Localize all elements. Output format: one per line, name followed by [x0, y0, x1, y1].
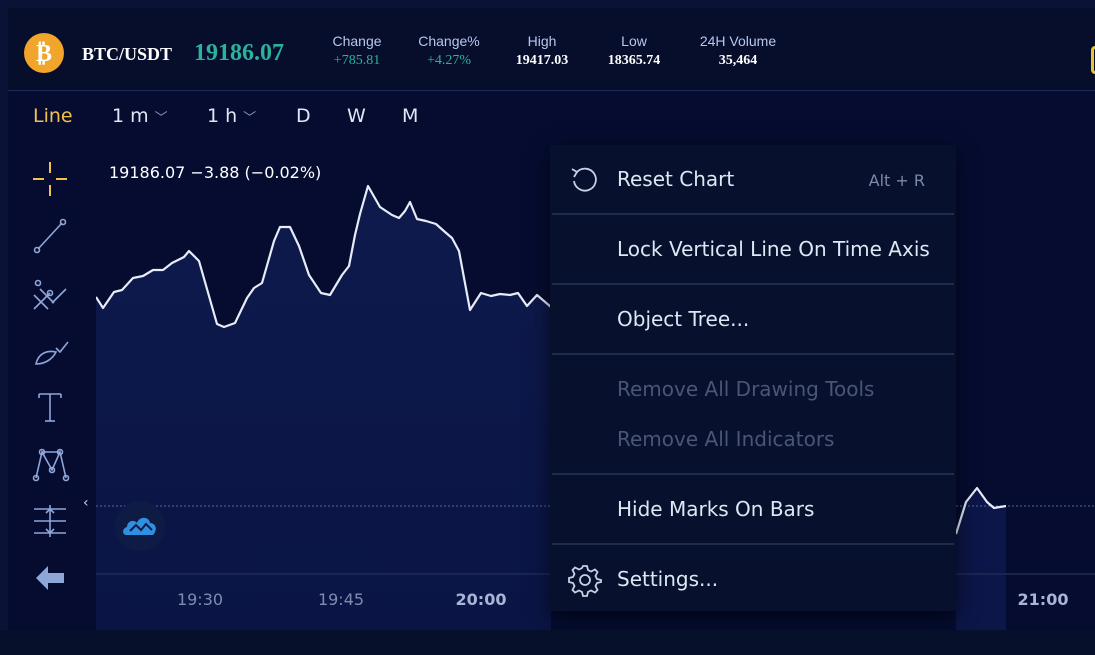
chart-context-menu: Reset Chart Alt + R Lock Vertical Line O…: [550, 145, 956, 611]
ticker-bar: ₿ BTC/USDT 19186.07 Change +785.81 Chang…: [8, 8, 1095, 90]
stat-high-label: High: [527, 33, 557, 49]
back-arrow-icon: [36, 566, 64, 590]
stat-low-label: Low: [621, 33, 647, 49]
menu-item-object-tree[interactable]: Object Tree...: [550, 285, 956, 355]
menu-item-hide-marks[interactable]: Hide Marks On Bars: [550, 475, 956, 545]
reset-icon: [571, 167, 597, 192]
stat-change: Change +785.81: [310, 32, 404, 72]
brush-icon: [35, 341, 69, 365]
tf-day[interactable]: D: [296, 105, 311, 127]
bitcoin-icon: ₿: [24, 33, 64, 73]
drawing-toolbar: [26, 156, 76, 601]
pattern-icon: [32, 448, 70, 482]
cloud-button[interactable]: [115, 501, 165, 551]
stat-volume: 24H Volume 35,464: [680, 32, 796, 72]
fibonacci-icon: [33, 279, 67, 310]
timeframe-bar: Line 1 m ﹀ 1 h ﹀ D W M: [8, 91, 1095, 143]
measure-tool[interactable]: [26, 498, 74, 544]
menu-item-label: Lock Vertical Line On Time Axis: [617, 237, 930, 261]
crosshair-tool[interactable]: [26, 156, 74, 202]
bitcoin-symbol: ₿: [35, 38, 52, 67]
stat-low: Low 18365.74: [586, 32, 682, 72]
tf-minute-label: 1 m: [112, 105, 149, 127]
panel-toggle-button[interactable]: [1091, 46, 1095, 74]
bottom-bar: [0, 630, 1095, 655]
collapse-arrow-icon[interactable]: ‹: [83, 495, 89, 511]
stat-volume-label: 24H Volume: [699, 33, 777, 49]
stat-change-percent-label: Change%: [418, 33, 480, 49]
trading-pair[interactable]: BTC/USDT: [82, 44, 172, 65]
menu-item-settings[interactable]: Settings...: [550, 545, 956, 615]
price-area-fill: [96, 186, 551, 631]
stat-low-value: 18365.74: [607, 53, 661, 68]
time-tick: 19:45: [318, 590, 364, 609]
stat-high: High 19417.03: [494, 32, 590, 72]
tf-month[interactable]: M: [402, 105, 418, 127]
menu-item-shortcut: Alt + R: [868, 171, 925, 190]
chevron-down-icon: ﹀: [243, 111, 257, 126]
menu-item-remove-indicators: Remove All Indicators: [550, 405, 956, 475]
trend-line-tool[interactable]: [26, 213, 74, 259]
stat-change-percent: Change% +4.27%: [400, 32, 498, 72]
brush-tool[interactable]: [26, 327, 74, 373]
menu-item-label: Hide Marks On Bars: [617, 497, 815, 521]
chevron-down-icon: ﹀: [154, 111, 168, 126]
tf-line[interactable]: Line: [33, 105, 73, 127]
stat-volume-value: 35,464: [718, 53, 758, 68]
stat-high-value: 19417.03: [515, 53, 569, 68]
menu-item-label: Remove All Drawing Tools: [617, 377, 875, 401]
tf-minute-dropdown[interactable]: 1 m ﹀: [112, 105, 168, 127]
menu-item-label: Remove All Indicators: [617, 427, 835, 451]
measure-icon: [34, 505, 66, 537]
menu-item-reset-chart[interactable]: Reset Chart Alt + R: [550, 145, 956, 215]
text-icon: [38, 393, 62, 422]
fibonacci-tool[interactable]: [26, 270, 74, 316]
last-price: 19186.07: [194, 40, 284, 66]
time-tick: 21:00: [1018, 590, 1069, 609]
cloud-icon: [123, 517, 156, 535]
time-tick: 20:00: [456, 590, 507, 609]
back-button[interactable]: [26, 555, 74, 601]
menu-item-label: Reset Chart: [617, 167, 735, 191]
stat-change-label: Change: [332, 33, 382, 49]
time-tick: 19:30: [177, 590, 223, 609]
menu-item-label: Object Tree...: [617, 307, 750, 331]
stat-change-value: +785.81: [333, 53, 381, 68]
stat-change-percent-value: +4.27%: [426, 53, 472, 68]
tf-week[interactable]: W: [347, 105, 366, 127]
text-tool[interactable]: [26, 384, 74, 430]
tf-hour-dropdown[interactable]: 1 h ﹀: [207, 105, 256, 127]
pattern-tool[interactable]: [26, 441, 74, 487]
gear-icon: [568, 565, 602, 597]
trend-line-icon: [33, 218, 67, 254]
crosshair-icon: [33, 162, 67, 196]
price-readout: 19186.07 −3.88 (−0.02%): [109, 163, 322, 182]
menu-item-lock-vertical-line[interactable]: Lock Vertical Line On Time Axis: [550, 215, 956, 285]
menu-item-label: Settings...: [617, 567, 719, 591]
tf-hour-label: 1 h: [207, 105, 238, 127]
